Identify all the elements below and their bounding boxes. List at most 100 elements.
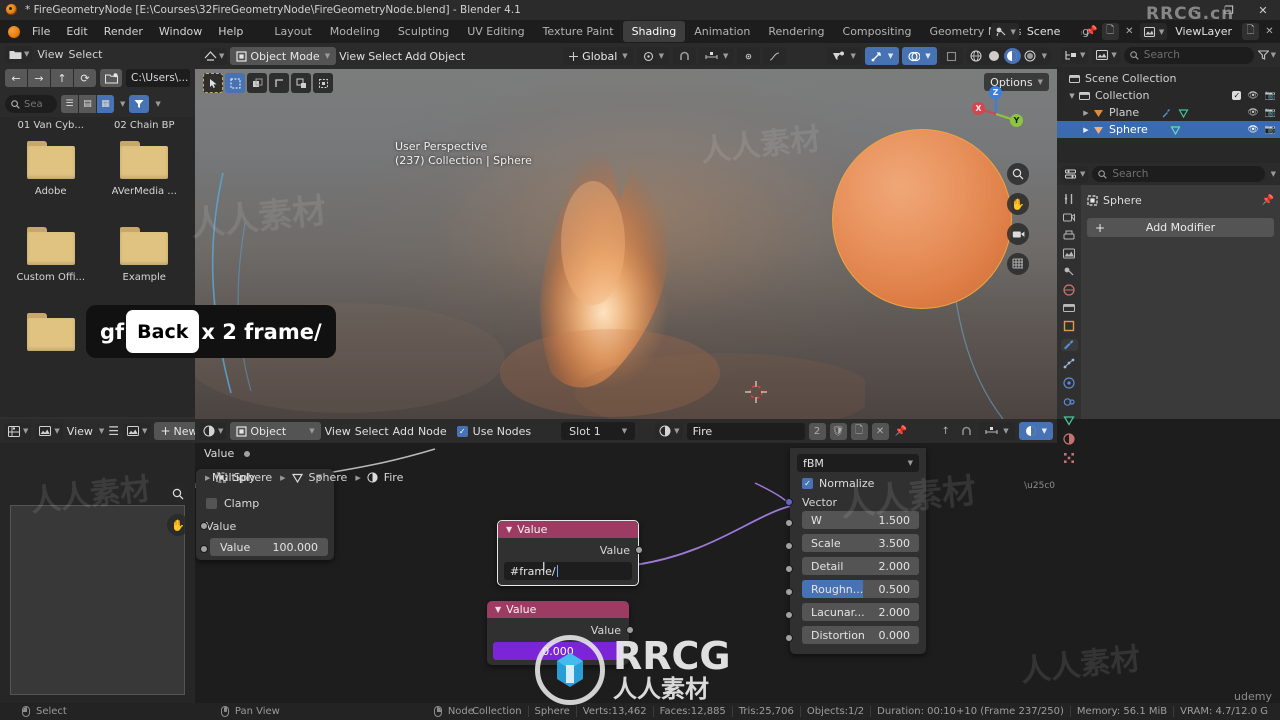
detail-view-button[interactable]: ▤ [79, 95, 96, 113]
image-browse-dropdown[interactable]: ▼ [123, 422, 151, 440]
scale-tool-button[interactable] [291, 73, 311, 93]
noise-param-row[interactable]: Detail 2.000 [785, 557, 926, 580]
editor-type-dropdown-imageeditor[interactable]: ▼ [4, 422, 32, 440]
input-socket[interactable] [785, 611, 793, 619]
image-canvas[interactable] [10, 505, 185, 695]
blender-menu-icon[interactable] [4, 24, 24, 40]
input-socket[interactable] [785, 634, 793, 642]
value-node-top-header[interactable]: ▼ Value [498, 521, 638, 538]
file-item[interactable]: Example [98, 223, 192, 309]
viewport-menu-object[interactable]: Object [429, 50, 465, 63]
rendered-shading-button[interactable] [1022, 48, 1039, 64]
math-clamp-checkbox[interactable]: Clamp [196, 494, 334, 512]
material-preview-toggle[interactable]: ▼ [1018, 422, 1053, 440]
properties-options-chevron-down-icon[interactable]: ▼ [1271, 170, 1276, 178]
filter-toggle-button[interactable] [129, 95, 150, 113]
rotate-tool-button[interactable] [269, 73, 289, 93]
image-editor-canvas-area[interactable]: ✋ [0, 443, 195, 703]
node-snap-settings-dropdown[interactable]: ▼ [979, 422, 1015, 440]
gizmo-toggle[interactable]: ▼ [864, 47, 900, 65]
editor-type-dropdown-viewport[interactable]: ▼ [200, 47, 228, 65]
camera-view-icon[interactable] [1007, 223, 1029, 245]
file-item[interactable]: Adobe [4, 137, 98, 223]
tab-tool[interactable] [1061, 193, 1078, 205]
material-slot-dropdown[interactable]: Slot 1 ▼ [561, 422, 636, 440]
image-editor[interactable]: ▼ ▼ View ▼ ☰ ▼ + New ✋ [0, 419, 204, 703]
filebrowser-search-input[interactable]: Sea [5, 95, 57, 113]
node-menu-add[interactable]: Add [393, 425, 414, 438]
file-item[interactable]: Custom Offi... [4, 223, 98, 309]
input-socket[interactable] [785, 542, 793, 550]
editor-type-dropdown-filebrowser[interactable]: ▼ [5, 45, 33, 63]
viewport-3d[interactable]: ▼ Object Mode ▼ View Select Add Object G… [195, 43, 1057, 419]
viewlayer-browse-dropdown[interactable]: ▼ [1139, 23, 1168, 40]
file-path-field[interactable]: C:\Users\... [126, 69, 190, 87]
fake-user-shield-icon[interactable]: 🛡 [829, 422, 847, 440]
value-node-top[interactable]: ▼ Value Value #frame/ I [497, 520, 643, 586]
noise-roughness-field[interactable]: Roughn... 0.500 [802, 580, 919, 598]
math-value-field-row[interactable]: Value 100.000 [196, 538, 334, 560]
go-to-parent-node-tree-icon[interactable]: ↑ [937, 423, 954, 440]
maximize-button[interactable]: ❐ [1212, 0, 1246, 20]
pivot-point-dropdown[interactable]: ▼ [636, 47, 671, 65]
noise-type-dropdown[interactable]: fBM ▼ [797, 454, 919, 472]
new-folder-button[interactable] [100, 69, 122, 87]
nav-back-button[interactable]: ← [5, 69, 27, 87]
editor-type-dropdown-nodeeditor[interactable]: ▼ [199, 422, 227, 440]
tab-texture[interactable] [1061, 452, 1078, 464]
value-node-bottom-header[interactable]: ▼ Value [487, 601, 629, 618]
viewport-menu-select[interactable]: Select [368, 50, 402, 63]
tab-layout[interactable]: Layout [265, 21, 320, 42]
nav-forward-button[interactable]: → [28, 69, 50, 87]
tweak-tool-button[interactable] [203, 73, 223, 93]
file-item[interactable]: 02 Chain BP [98, 117, 192, 137]
material-preview-shading-button[interactable] [1003, 48, 1021, 64]
breadcrumb-object[interactable]: Sphere [233, 471, 272, 484]
tab-material[interactable] [1061, 433, 1078, 445]
tab-view-layer[interactable] [1061, 248, 1078, 259]
tab-collection[interactable] [1061, 303, 1078, 313]
noise-vector-input-row[interactable]: Vector [785, 493, 926, 511]
math-value-field[interactable]: Value 100.000 [210, 538, 328, 556]
new-material-copy-icon[interactable]: 🗋 [850, 422, 868, 440]
noise-param-row[interactable]: Distortion 0.000 [785, 626, 926, 649]
nav-refresh-button[interactable]: ⟳ [74, 69, 96, 87]
checkbox-icon[interactable]: ✓ [1232, 91, 1242, 100]
tab-compositing[interactable]: Compositing [834, 21, 921, 42]
new-scene-icon[interactable]: 🗋 [1101, 23, 1119, 40]
tab-physics[interactable] [1061, 377, 1078, 389]
thumbnail-view-button[interactable]: ▦ [97, 95, 114, 113]
tab-modifiers[interactable] [1060, 339, 1078, 351]
transform-tool-button[interactable] [313, 73, 333, 93]
eye-icon[interactable]: 👁 [1247, 125, 1258, 135]
viewport-menu-add[interactable]: Add [405, 50, 426, 63]
tab-output[interactable] [1061, 230, 1078, 241]
material-browse-dropdown[interactable]: ▼ [655, 422, 683, 440]
noise-param-row[interactable]: Scale 3.500 [785, 534, 926, 557]
navigation-gizmo[interactable]: Z Y X [965, 83, 1027, 145]
transform-orientation-dropdown[interactable]: Global ▼ [562, 47, 634, 65]
input-socket[interactable] [785, 565, 793, 573]
material-name-field[interactable]: Fire [686, 422, 805, 440]
orthographic-toggle-icon[interactable] [1007, 253, 1029, 275]
tab-shading[interactable]: Shading [622, 21, 686, 42]
noise-param-row[interactable]: Roughn... 0.500 [785, 580, 926, 603]
noise-distortion-field[interactable]: Distortion 0.000 [802, 626, 919, 644]
expand-chevron-right-icon[interactable]: ▶ [1081, 126, 1091, 134]
wireframe-shading-button[interactable] [968, 48, 985, 64]
filebrowser-menu-view[interactable]: View [37, 48, 63, 61]
tab-object[interactable] [1061, 320, 1078, 332]
input-socket[interactable] [200, 522, 208, 530]
xray-toggle[interactable] [939, 47, 963, 65]
image-editor-mode-dropdown[interactable]: ▼ [35, 422, 63, 440]
outliner-display-mode-dropdown[interactable]: ▼ [1092, 46, 1120, 64]
snap-settings-dropdown[interactable]: ▼ [699, 47, 735, 65]
list-view-button[interactable]: ☰ [61, 95, 78, 113]
noise-param-row[interactable]: Lacunar... 2.000 [785, 603, 926, 626]
editor-type-dropdown-properties[interactable]: ▼ [1061, 165, 1089, 183]
output-socket[interactable] [626, 626, 634, 634]
input-socket-vector[interactable] [785, 498, 793, 506]
camera-icon[interactable]: 📷 [1265, 108, 1276, 118]
breadcrumb-mesh[interactable]: Sphere [309, 471, 348, 484]
menu-window[interactable]: Window [151, 20, 210, 43]
